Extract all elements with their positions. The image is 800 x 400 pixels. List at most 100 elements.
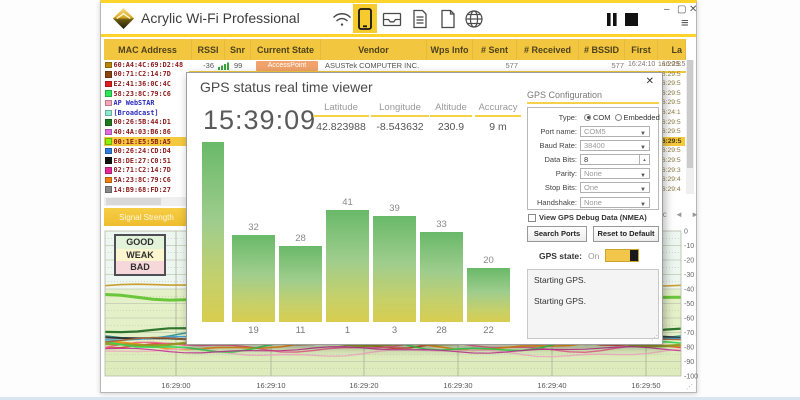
dialog-resize-grip[interactable]: ⋰ [651, 334, 659, 342]
scrollbar-thumb[interactable] [106, 198, 161, 205]
mac-address-label: 00:71:C2:14:7D [114, 70, 171, 78]
dropdown-baudrate[interactable]: 38400▼ [580, 140, 650, 151]
close-icon[interactable]: ✕ [646, 76, 654, 87]
chevron-down-icon: ▼ [640, 129, 646, 139]
mac-address-label: AP WebSTAR [114, 99, 155, 107]
document-icon[interactable] [436, 7, 460, 31]
close-icon[interactable]: ✕ [689, 5, 697, 15]
report-icon[interactable] [408, 7, 432, 31]
vertical-scrollbar[interactable] [686, 60, 694, 194]
inbox-icon[interactable] [380, 7, 404, 31]
maximize-icon[interactable]: ▢ [677, 5, 686, 15]
dropdown-parity[interactable]: None▼ [580, 168, 650, 179]
column-header[interactable]: RSSI [192, 39, 225, 60]
menu-icon[interactable]: ≡ [681, 16, 689, 29]
column-header[interactable]: First [625, 39, 658, 60]
config-row: Port name:COM5▼ [528, 124, 658, 138]
search-ports-button[interactable]: Search Ports [527, 226, 587, 242]
gps-state-value: On [588, 251, 599, 261]
radio-com[interactable] [584, 114, 591, 121]
gps-dialog: ✕ GPS status real time viewer 15:39:09 L… [186, 72, 663, 345]
device-color-swatch [105, 148, 112, 155]
legend-item: GOOD [116, 236, 164, 249]
globe-icon[interactable] [462, 7, 486, 31]
list-item[interactable]: 5A:23:8C:79:C6 [104, 175, 189, 185]
pause-icon[interactable] [606, 13, 618, 31]
chevron-down-icon: ▼ [640, 171, 646, 181]
stop-icon[interactable] [625, 13, 638, 31]
minimize-icon[interactable]: – [664, 5, 670, 15]
list-item[interactable]: 58:23:8C:79:C6 [104, 89, 189, 99]
tab-scroll-right-icon[interactable]: ► [691, 210, 699, 219]
list-item[interactable]: 00:26:24:CD:D4 [104, 146, 189, 156]
gps-state-toggle[interactable] [605, 249, 639, 262]
mac-address-label: 02:71:C2:14:7D [114, 166, 171, 174]
list-item[interactable]: E2:41:36:0C:4C [104, 79, 189, 89]
data-bits-stepper[interactable]: 8▲▼ [580, 154, 650, 165]
mac-address-label: 00:26:5B:44:D1 [114, 118, 171, 126]
mobile-icon[interactable] [353, 4, 377, 33]
checkbox-box[interactable] [528, 214, 536, 222]
scrollbar-thumb[interactable] [687, 60, 693, 168]
gps-stat: Altitude230.9 [430, 102, 472, 133]
mac-address-label: E8:DE:27:C0:51 [114, 157, 171, 165]
list-item[interactable]: E8:DE:27:C0:51 [104, 156, 189, 166]
device-color-swatch [105, 71, 112, 78]
y-axis-tick: -10 [684, 243, 694, 250]
bar-value-label: 28 [279, 233, 322, 244]
column-header[interactable]: # Sent [473, 39, 517, 60]
list-item[interactable]: 00:26:5B:44:D1 [104, 118, 189, 128]
bar-category-label: 19 [232, 325, 275, 336]
column-header[interactable]: # BSSID [579, 39, 625, 60]
reset-to-default-button[interactable]: Reset to Default [593, 226, 659, 242]
device-color-swatch [105, 90, 112, 97]
bar-value-label: 20 [467, 255, 510, 266]
column-header[interactable]: Vendor [321, 39, 427, 60]
dropdown-stopbits[interactable]: One▼ [580, 182, 650, 193]
window-resize-grip[interactable]: ⋰ [686, 383, 694, 391]
dropdown-portname[interactable]: COM5▼ [580, 126, 650, 137]
nmea-checkbox[interactable]: View GPS Debug Data (NMEA) [528, 213, 647, 222]
list-item[interactable]: 40:4A:03:B6:86 [104, 127, 189, 137]
device-color-swatch [105, 81, 112, 88]
column-header[interactable]: # Received [517, 39, 579, 60]
tab-strip-overflow: Cc ◄ ► [657, 210, 699, 219]
device-color-swatch [105, 129, 112, 136]
column-header[interactable]: La [658, 39, 686, 60]
y-axis-tick: -90 [684, 359, 694, 366]
x-axis-tick: 16:29:20 [349, 381, 378, 390]
list-item[interactable]: [Broadcast] [104, 108, 189, 118]
column-header[interactable]: Snr [225, 39, 251, 60]
list-item[interactable]: 14:B9:68:FD:27 [104, 185, 189, 195]
bar-category-label: 22 [467, 325, 510, 336]
mac-address-label: 60:A4:4C:69:D2:48 [114, 61, 184, 69]
list-item[interactable]: AP WebSTAR [104, 98, 189, 108]
stat-value: -8.543632 [371, 121, 429, 133]
column-header[interactable]: Wps Info [427, 39, 473, 60]
tab-signal-strength[interactable]: Signal Strength [104, 208, 189, 226]
bar-category-label: 3 [373, 325, 416, 336]
radio-embedded[interactable] [615, 114, 622, 121]
list-item[interactable]: 60:A4:4C:69:D2:48 [104, 60, 189, 70]
list-item[interactable]: 00:71:C2:14:7D [104, 70, 189, 80]
list-item[interactable]: 02:71:C2:14:7D [104, 166, 189, 176]
last-seen-cell[interactable]: 16:29:5 [658, 60, 685, 70]
gps-log: Starting GPS.Starting GPS. [527, 269, 659, 339]
tab-scroll-left-icon[interactable]: ◄ [675, 210, 683, 219]
stat-label: Longitude [371, 102, 429, 117]
x-axis-tick: 16:29:10 [256, 381, 285, 390]
mac-address-label: [Broadcast] [114, 109, 159, 117]
list-item[interactable]: 00:1E:E5:5B:A5 [104, 137, 189, 147]
column-header[interactable]: MAC Address [104, 39, 192, 60]
column-header[interactable]: Current State [251, 39, 321, 60]
x-axis-tick: 16:29:00 [161, 381, 190, 390]
wifi-icon[interactable] [330, 7, 354, 31]
spinner-buttons[interactable]: ▲▼ [639, 155, 649, 164]
dropdown-handshake[interactable]: None▼ [580, 197, 650, 208]
y-axis-tick: -20 [684, 258, 694, 265]
app-title: Acrylic Wi-Fi Professional [141, 10, 300, 26]
gps-stat: Accuracy9 m [475, 102, 521, 133]
horizontal-scrollbar[interactable] [104, 197, 189, 206]
table-row[interactable]: -36 99 AccessPoint ASUSTek COMPUTER INC.… [104, 60, 693, 71]
bar [279, 246, 322, 322]
